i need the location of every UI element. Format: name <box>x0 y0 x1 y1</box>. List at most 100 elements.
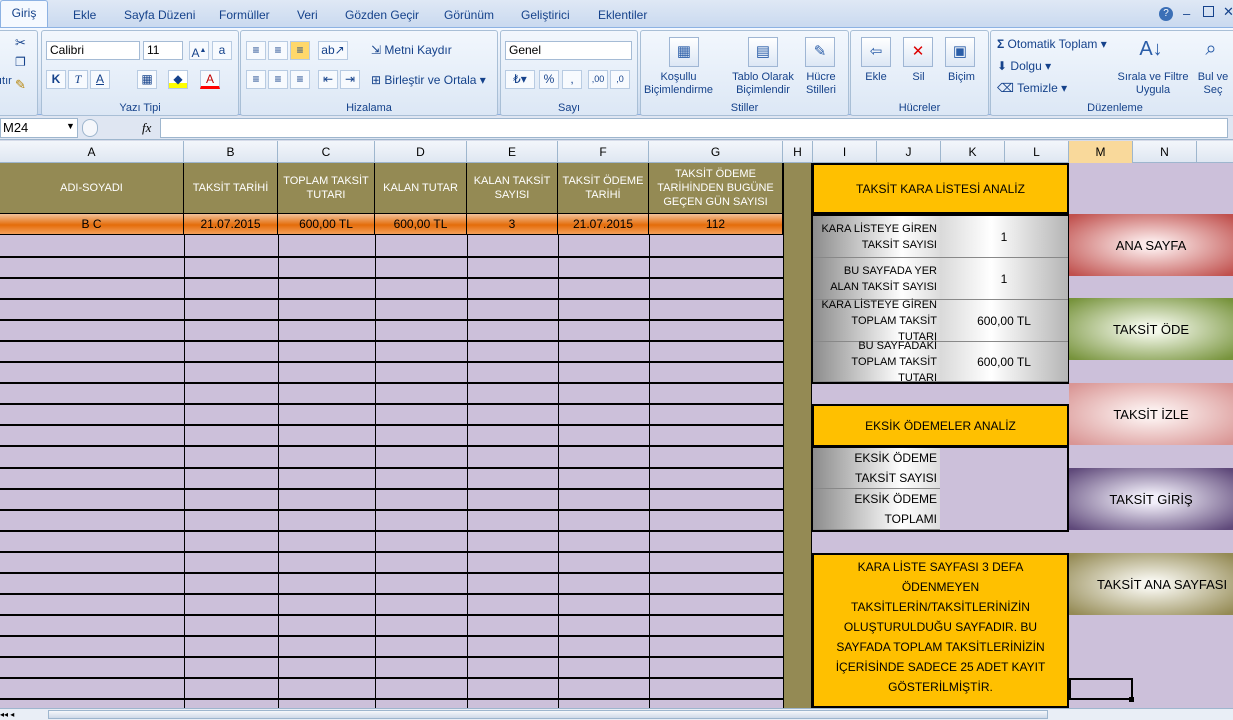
align-left-icon[interactable]: ≡ <box>246 70 266 89</box>
format-cells-icon[interactable]: ▣ <box>945 37 975 67</box>
cell-kalan-tutar[interactable]: 600,00 TL <box>375 214 467 235</box>
namebox-dropdown-icon[interactable]: ▼ <box>66 121 75 131</box>
wrap-text-button[interactable]: ⇲ Metni Kaydır <box>371 43 452 57</box>
borders-icon[interactable]: ▦ <box>137 70 157 89</box>
taksit-ode-button[interactable]: TAKSİT ÖDE <box>1069 298 1233 360</box>
font-color-icon[interactable]: A <box>200 70 220 89</box>
ana-sayfa-button[interactable]: ANA SAYFA <box>1069 214 1233 276</box>
cell-styles-button[interactable]: Hücre Stilleri <box>797 71 845 97</box>
insert-cells-icon[interactable]: ⇦ <box>861 37 891 67</box>
tab-giris[interactable]: Giriş <box>0 0 48 27</box>
tab-ekle[interactable]: Ekle <box>73 8 96 22</box>
minimize-icon[interactable]: – <box>1183 6 1190 21</box>
formula-cancel-icon[interactable] <box>82 119 98 137</box>
cell-gecen-gun-sayisi[interactable]: 112 <box>649 214 783 235</box>
number-format-select[interactable]: Genel <box>505 41 632 60</box>
autosum-button[interactable]: Σ Otomatik Toplam ▾ <box>997 37 1107 51</box>
sort-filter-button[interactable]: Sırala ve Filtre Uygula <box>1115 71 1191 97</box>
align-bottom-icon[interactable]: ≡ <box>290 41 310 60</box>
cell-styles-icon[interactable]: ✎ <box>805 37 835 67</box>
cell-taksit-tarihi[interactable]: 21.07.2015 <box>184 214 278 235</box>
currency-icon[interactable]: ₺▾ <box>505 70 535 89</box>
clear-button[interactable]: ⌫ Temizle ▾ <box>997 81 1067 95</box>
column-header-a[interactable]: A <box>0 141 184 163</box>
format-button[interactable]: Biçim <box>939 71 984 83</box>
tab-gozden-gecir[interactable]: Gözden Geçir <box>345 8 419 22</box>
increase-decimal-icon[interactable]: ,00 <box>588 70 608 89</box>
decrease-indent-icon[interactable]: ⇤ <box>318 70 338 89</box>
cell-toplam-taksit-tutari[interactable]: 600,00 TL <box>278 214 375 235</box>
tab-veri[interactable]: Veri <box>297 8 318 22</box>
copy-icon[interactable]: ❐ <box>15 55 26 69</box>
align-right-icon[interactable]: ≡ <box>290 70 310 89</box>
taksit-giris-button[interactable]: TAKSİT GİRİŞ <box>1069 468 1233 530</box>
column-header-m[interactable]: M <box>1069 141 1133 163</box>
italic-icon[interactable]: T <box>68 70 88 89</box>
delete-cells-icon[interactable]: ✕ <box>903 37 933 67</box>
alignment-group: ≡ ≡ ≡ ab↗ ≡ ≡ ≡ ⇤ ⇥ ⇲ Metni Kaydır ⊞ Bir… <box>240 30 498 116</box>
comma-icon[interactable]: , <box>562 70 582 89</box>
taksit-izle-button[interactable]: TAKSİT İZLE <box>1069 383 1233 445</box>
grow-font-icon[interactable]: A▲ <box>189 41 209 60</box>
column-header-b[interactable]: B <box>184 141 278 163</box>
align-top-icon[interactable]: ≡ <box>246 41 266 60</box>
shrink-font-icon[interactable]: a <box>212 41 232 60</box>
taksit-ana-sayfasi-button[interactable]: TAKSİT ANA SAYFASI <box>1069 553 1233 615</box>
fill-button[interactable]: ⬇ Dolgu ▾ <box>997 59 1051 73</box>
column-header-e[interactable]: E <box>467 141 558 163</box>
column-header-n[interactable]: N <box>1133 141 1197 163</box>
underline-icon[interactable]: A <box>90 70 110 89</box>
delete-button[interactable]: Sil <box>896 71 941 83</box>
find-select-button[interactable]: Bul ve Seç <box>1193 71 1233 97</box>
insert-button[interactable]: Ekle <box>851 71 901 83</box>
fill-color-icon[interactable]: ◆ <box>168 70 188 89</box>
merge-center-button[interactable]: ⊞ Birleştir ve Ortala ▾ <box>371 73 486 87</box>
paste-label[interactable]: ıtır <box>0 75 12 87</box>
close-icon[interactable]: ✕ <box>1223 4 1233 20</box>
tab-formuller[interactable]: Formüller <box>219 8 270 22</box>
tab-eklentiler[interactable]: Eklentiler <box>598 8 647 22</box>
selected-cell-m24[interactable] <box>1069 678 1133 700</box>
formula-input[interactable] <box>160 118 1228 138</box>
column-header-j[interactable]: J <box>877 141 941 163</box>
cell-kalan-taksit-sayisi[interactable]: 3 <box>467 214 558 235</box>
sheet-first-icon[interactable]: ◂◂ ◂ <box>0 710 14 719</box>
format-as-table-button[interactable]: Tablo Olarak Biçimlendir <box>727 71 799 97</box>
align-middle-icon[interactable]: ≡ <box>268 41 288 60</box>
format-as-table-icon[interactable]: ▤ <box>748 37 778 67</box>
column-header-k[interactable]: K <box>941 141 1005 163</box>
cut-icon[interactable]: ✂ <box>15 35 26 51</box>
column-header-d[interactable]: D <box>375 141 467 163</box>
horizontal-scrollbar[interactable]: ◂◂ ◂ <box>0 708 1233 720</box>
column-header-h[interactable]: H <box>783 141 813 163</box>
decrease-decimal-icon[interactable]: ,0 <box>610 70 630 89</box>
grid-horizontal-line <box>0 635 783 637</box>
help-icon[interactable]: ? <box>1159 7 1173 21</box>
conditional-format-icon[interactable]: ▦ <box>669 37 699 67</box>
column-header-f[interactable]: F <box>558 141 649 163</box>
increase-indent-icon[interactable]: ⇥ <box>340 70 360 89</box>
cell-adi-soyadi[interactable]: B C <box>0 214 184 235</box>
conditional-format-button[interactable]: Koşullu Biçimlendirme <box>641 71 716 97</box>
tab-gelistirici[interactable]: Geliştirici <box>521 8 570 22</box>
font-size-select[interactable]: 11 <box>143 41 183 60</box>
scroll-thumb[interactable] <box>48 710 1048 719</box>
column-header-i[interactable]: I <box>813 141 877 163</box>
sort-filter-icon[interactable]: A↓ <box>1136 35 1166 65</box>
align-center-icon[interactable]: ≡ <box>268 70 288 89</box>
column-header-g[interactable]: G <box>649 141 783 163</box>
format-painter-icon[interactable]: ✎ <box>15 77 26 93</box>
fill-handle[interactable] <box>1129 697 1134 702</box>
find-binoculars-icon[interactable]: ⌕ <box>1196 35 1226 65</box>
cell-taksit-odeme-tarihi[interactable]: 21.07.2015 <box>558 214 649 235</box>
tab-gorunum[interactable]: Görünüm <box>444 8 494 22</box>
bold-icon[interactable]: K <box>46 70 66 89</box>
restore-icon[interactable] <box>1203 6 1214 17</box>
tab-sayfa-duzeni[interactable]: Sayfa Düzeni <box>124 8 195 22</box>
column-header-l[interactable]: L <box>1005 141 1069 163</box>
font-name-select[interactable]: Calibri <box>46 41 140 60</box>
percent-icon[interactable]: % <box>539 70 559 89</box>
column-header-c[interactable]: C <box>278 141 375 163</box>
orientation-icon[interactable]: ab↗ <box>318 41 348 60</box>
insert-function-icon[interactable]: fx <box>142 120 151 136</box>
